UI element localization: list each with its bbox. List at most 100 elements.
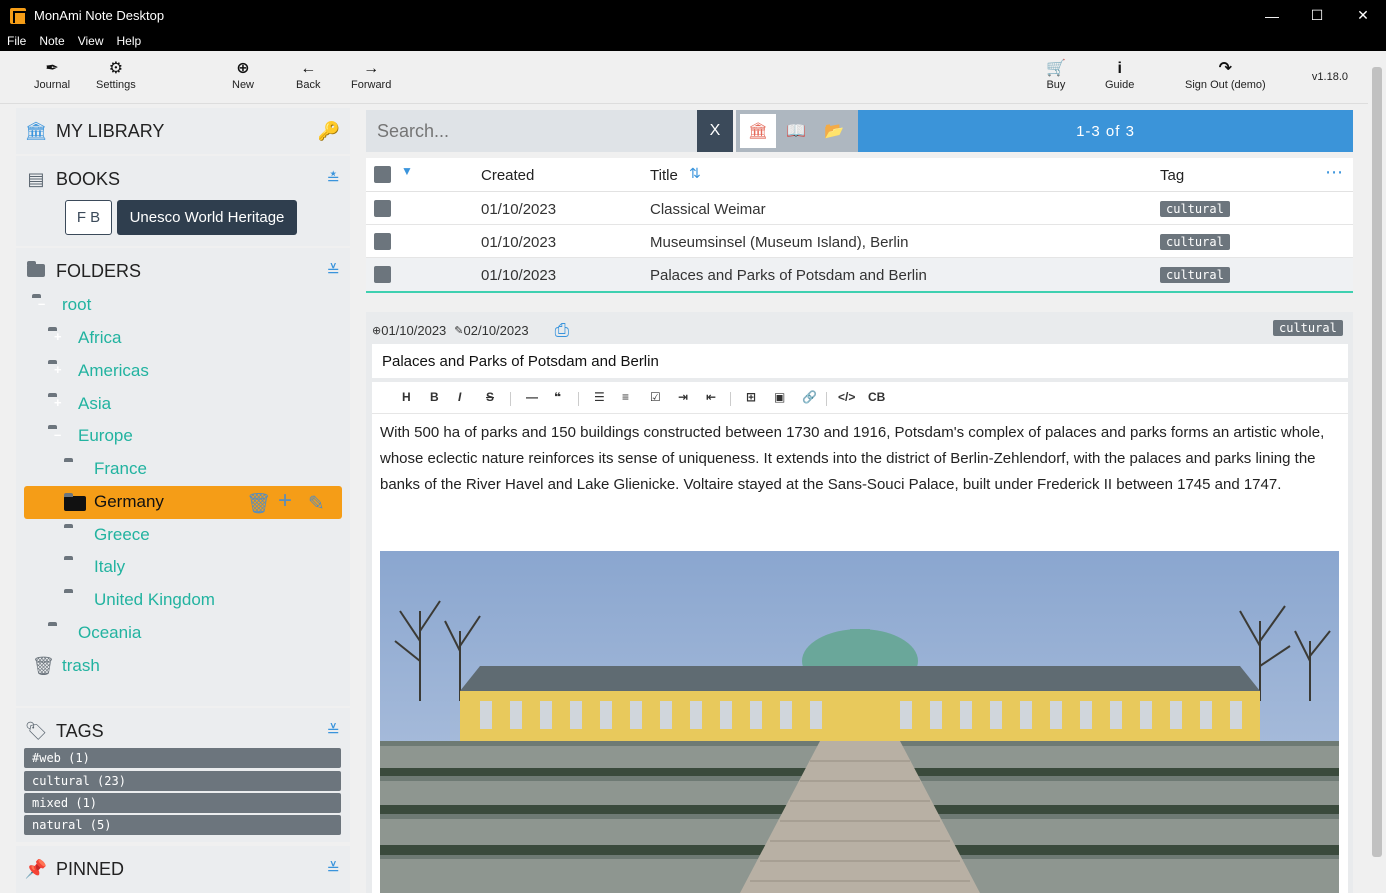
folder-united-kingdom[interactable]: United Kingdom — [64, 585, 215, 615]
pencil-icon[interactable]: ✎ — [308, 491, 325, 516]
print-icon[interactable]: ⎙ — [555, 320, 569, 341]
menu-view[interactable]: View — [71, 34, 110, 48]
folder-europe[interactable]: – Europe — [48, 421, 133, 451]
tag-item[interactable]: natural (5) — [24, 815, 341, 835]
folder-greece[interactable]: Greece — [64, 520, 150, 550]
column-tag[interactable]: Tag — [1160, 167, 1184, 184]
folder-germany[interactable]: Germany 🗑 + ✎ — [24, 486, 342, 519]
folder-oceania[interactable]: Oceania — [48, 618, 141, 648]
image-button[interactable]: ▣ — [774, 390, 785, 404]
menu-help[interactable]: Help — [110, 34, 148, 48]
folder-africa[interactable]: + Africa — [48, 323, 121, 353]
folders-header[interactable]: FOLDERS ≚ — [16, 248, 350, 294]
format-toolbar: H B I S — ❝ ☰ ≡ ☑ ⇥ ⇤ ⊞ ▣ 🔗 </> CB — [372, 382, 1348, 414]
column-title[interactable]: Title — [650, 167, 678, 184]
heading-button[interactable]: H — [402, 390, 411, 404]
window-title: MonAmi Note Desktop — [34, 8, 165, 23]
strike-button[interactable]: S — [486, 390, 494, 404]
note-body[interactable]: With 500 ha of parks and 150 buildings c… — [372, 414, 1348, 893]
folder-france[interactable]: France — [64, 454, 147, 484]
row-checkbox[interactable] — [374, 233, 391, 250]
active-book-button[interactable]: Unesco World Heritage — [117, 200, 297, 235]
sort-icon[interactable]: ⇅ — [689, 165, 701, 182]
guide-button[interactable]: i Guide — [1105, 59, 1134, 91]
new-button[interactable]: ⊕ New — [232, 59, 254, 91]
buy-button[interactable]: 🛒 Buy — [1046, 59, 1066, 91]
folder-minus-icon: – — [54, 427, 62, 442]
settings-button[interactable]: ⚙ Settings — [96, 59, 136, 91]
note-tag[interactable]: cultural — [1273, 320, 1343, 336]
tag-item[interactable]: #web (1) — [24, 748, 341, 768]
chevron-double-up-icon[interactable]: ≚ — [327, 721, 340, 741]
codeblock-button[interactable]: CB — [868, 390, 885, 404]
hr-button[interactable]: — — [526, 390, 538, 404]
search-bar — [366, 110, 697, 152]
italic-button[interactable]: I — [458, 390, 461, 404]
tag-item[interactable]: cultural (23) — [24, 771, 341, 791]
link-button[interactable]: 🔗 — [802, 390, 817, 404]
minimize-button[interactable]: — — [1249, 0, 1295, 31]
row-title: Palaces and Parks of Potsdam and Berlin — [650, 267, 927, 284]
row-checkbox[interactable] — [374, 266, 391, 283]
scrollbar-thumb[interactable] — [1372, 67, 1382, 857]
bullet-list-button[interactable]: ☰ — [594, 390, 605, 404]
chevron-double-down-icon[interactable]: ≛ — [327, 169, 340, 189]
journal-button[interactable]: ✒ Journal — [34, 59, 70, 91]
maximize-button[interactable]: ☐ — [1294, 0, 1340, 31]
trash-icon[interactable]: 🗑 — [246, 491, 271, 516]
book-scope-icon[interactable]: 📖 — [778, 114, 814, 148]
code-button[interactable]: </> — [838, 390, 855, 404]
folder-trash[interactable]: 🗑 trash — [32, 651, 100, 681]
menu-note[interactable]: Note — [32, 34, 70, 48]
bold-button[interactable]: B — [430, 390, 439, 404]
books-header[interactable]: ▤ BOOKS ≛ — [16, 156, 350, 202]
row-checkbox[interactable] — [374, 200, 391, 217]
window-scrollbar[interactable] — [1368, 51, 1386, 893]
select-all-checkbox[interactable] — [374, 166, 391, 183]
task-list-button[interactable]: ☑ — [650, 390, 661, 404]
pinned-header[interactable]: 📌 PINNED ≚ — [16, 846, 350, 892]
key-icon[interactable]: 🔑 — [318, 121, 340, 142]
folder-italy[interactable]: Italy — [64, 552, 125, 582]
folder-icon — [24, 260, 48, 282]
forward-button[interactable]: → Forward — [351, 59, 391, 91]
outdent-button[interactable]: ⇤ — [706, 390, 716, 404]
column-created[interactable]: Created — [481, 167, 534, 184]
gear-icon: ⚙ — [108, 60, 124, 77]
toolbar: ✒ Journal ⚙ Settings ⊕ New ← Back → Forw… — [0, 51, 1386, 104]
folder-root[interactable]: – root — [32, 290, 91, 320]
clear-search-button[interactable]: X — [697, 110, 733, 152]
list-item[interactable]: 01/10/2023 Palaces and Parks of Potsdam … — [366, 258, 1353, 293]
list-item[interactable]: 01/10/2023 Classical Weimar cultural — [366, 192, 1353, 225]
table-button[interactable]: ⊞ — [746, 390, 756, 404]
row-created: 01/10/2023 — [481, 234, 557, 251]
library-scope-icon[interactable]: 🏛 — [740, 114, 776, 148]
folder-icon — [64, 527, 84, 543]
row-tag: cultural — [1160, 201, 1230, 217]
search-input[interactable] — [366, 110, 697, 152]
chevron-double-up-icon[interactable]: ≚ — [327, 261, 340, 281]
note-title-field[interactable]: Palaces and Parks of Potsdam and Berlin — [372, 344, 1348, 378]
row-title: Classical Weimar — [650, 201, 766, 218]
more-icon[interactable]: ⋯ — [1325, 162, 1343, 183]
quote-button[interactable]: ❝ — [554, 390, 561, 404]
indent-button[interactable]: ⇥ — [678, 390, 688, 404]
close-button[interactable]: ✕ — [1340, 0, 1386, 31]
pin-icon: 📌 — [24, 858, 48, 879]
fb-button[interactable]: F B — [65, 200, 112, 235]
menu-file[interactable]: File — [0, 34, 32, 48]
folder-americas[interactable]: + Americas — [48, 356, 149, 386]
tag-item[interactable]: mixed (1) — [24, 793, 341, 813]
caret-down-icon[interactable]: ▼ — [401, 164, 413, 178]
sign-out-icon: ↷ — [1218, 60, 1233, 77]
library-header[interactable]: 🏛 MY LIBRARY 🔑 — [16, 108, 350, 154]
ordered-list-button[interactable]: ≡ — [622, 390, 629, 404]
list-item[interactable]: 01/10/2023 Museumsinsel (Museum Island),… — [366, 225, 1353, 258]
back-button[interactable]: ← Back — [296, 59, 320, 91]
plus-icon[interactable]: + — [278, 487, 292, 515]
folder-icon — [64, 493, 86, 511]
chevron-double-up-icon[interactable]: ≚ — [327, 859, 340, 879]
sign-out-button[interactable]: ↷ Sign Out (demo) — [1185, 59, 1266, 91]
folder-asia[interactable]: + Asia — [48, 389, 111, 419]
folder-scope-icon[interactable]: 📂 — [816, 114, 852, 148]
